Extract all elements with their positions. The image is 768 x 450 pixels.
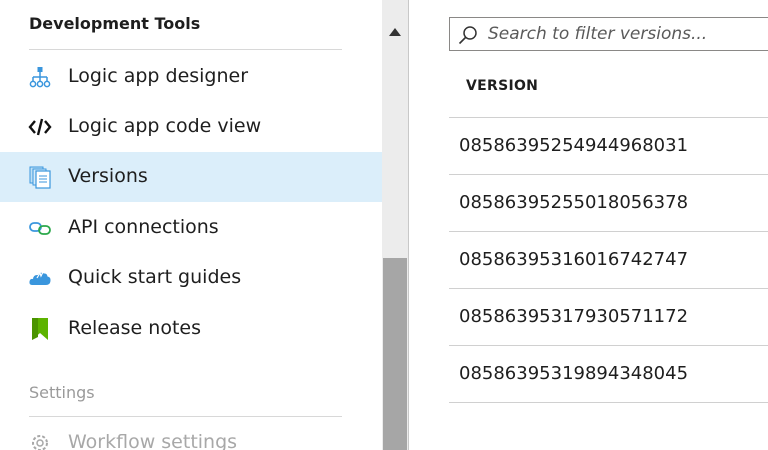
sidebar-item-label: API connections [68, 216, 219, 238]
sidebar-item-logic-app-designer[interactable]: Logic app designer [0, 52, 382, 102]
link-icon [28, 216, 52, 240]
sidebar: Development Tools Logic app designer Log… [0, 0, 382, 450]
sidebar-item-label: Logic app code view [68, 115, 262, 137]
section-divider [29, 49, 342, 50]
table-row[interactable]: 08586395319894348045 [449, 346, 768, 403]
section-title-settings: Settings [29, 383, 95, 402]
cloud-icon [28, 266, 52, 290]
table-row[interactable]: 08586395316016742747 [449, 232, 768, 289]
table-row[interactable]: 08586395255018056378 [449, 175, 768, 232]
search-input[interactable] [488, 18, 768, 50]
sidebar-item-logic-app-code-view[interactable]: Logic app code view [0, 102, 382, 152]
section-divider [29, 416, 342, 417]
row-divider [449, 402, 768, 403]
sidebar-item-label: Quick start guides [68, 266, 242, 288]
version-id: 08586395254944968031 [459, 135, 689, 156]
section-title-development-tools: Development Tools [29, 14, 201, 33]
sidebar-item-release-notes[interactable]: Release notes [0, 304, 382, 354]
version-id: 08586395319894348045 [459, 363, 689, 384]
sidebar-item-workflow-settings[interactable]: Workflow settings [0, 418, 382, 450]
sidebar-item-api-connections[interactable]: API connections [0, 203, 382, 253]
gear-icon [28, 431, 52, 450]
panel-divider [408, 0, 409, 450]
code-icon [28, 115, 52, 139]
search-icon [458, 25, 478, 45]
table-row[interactable]: 08586395254944968031 [449, 118, 768, 175]
version-id: 08586395317930571172 [459, 306, 689, 327]
hierarchy-icon [28, 65, 52, 89]
sidebar-item-quick-start-guides[interactable]: Quick start guides [0, 253, 382, 303]
search-box[interactable] [449, 17, 768, 51]
versions-icon [28, 165, 52, 189]
sidebar-item-label: Logic app designer [68, 65, 249, 87]
sidebar-item-label: Workflow settings [68, 431, 238, 450]
sidebar-item-label: Versions [68, 165, 148, 187]
sidebar-item-label: Release notes [68, 317, 201, 339]
column-header-version[interactable]: VERSION [466, 78, 538, 94]
bookmark-icon [28, 317, 52, 341]
scrollbar-thumb[interactable] [383, 258, 407, 450]
sidebar-item-versions[interactable]: Versions [0, 152, 382, 202]
table-row[interactable]: 08586395317930571172 [449, 289, 768, 346]
version-id: 08586395316016742747 [459, 249, 689, 270]
version-id: 08586395255018056378 [459, 192, 689, 213]
scroll-up-arrow-icon[interactable] [382, 22, 408, 42]
